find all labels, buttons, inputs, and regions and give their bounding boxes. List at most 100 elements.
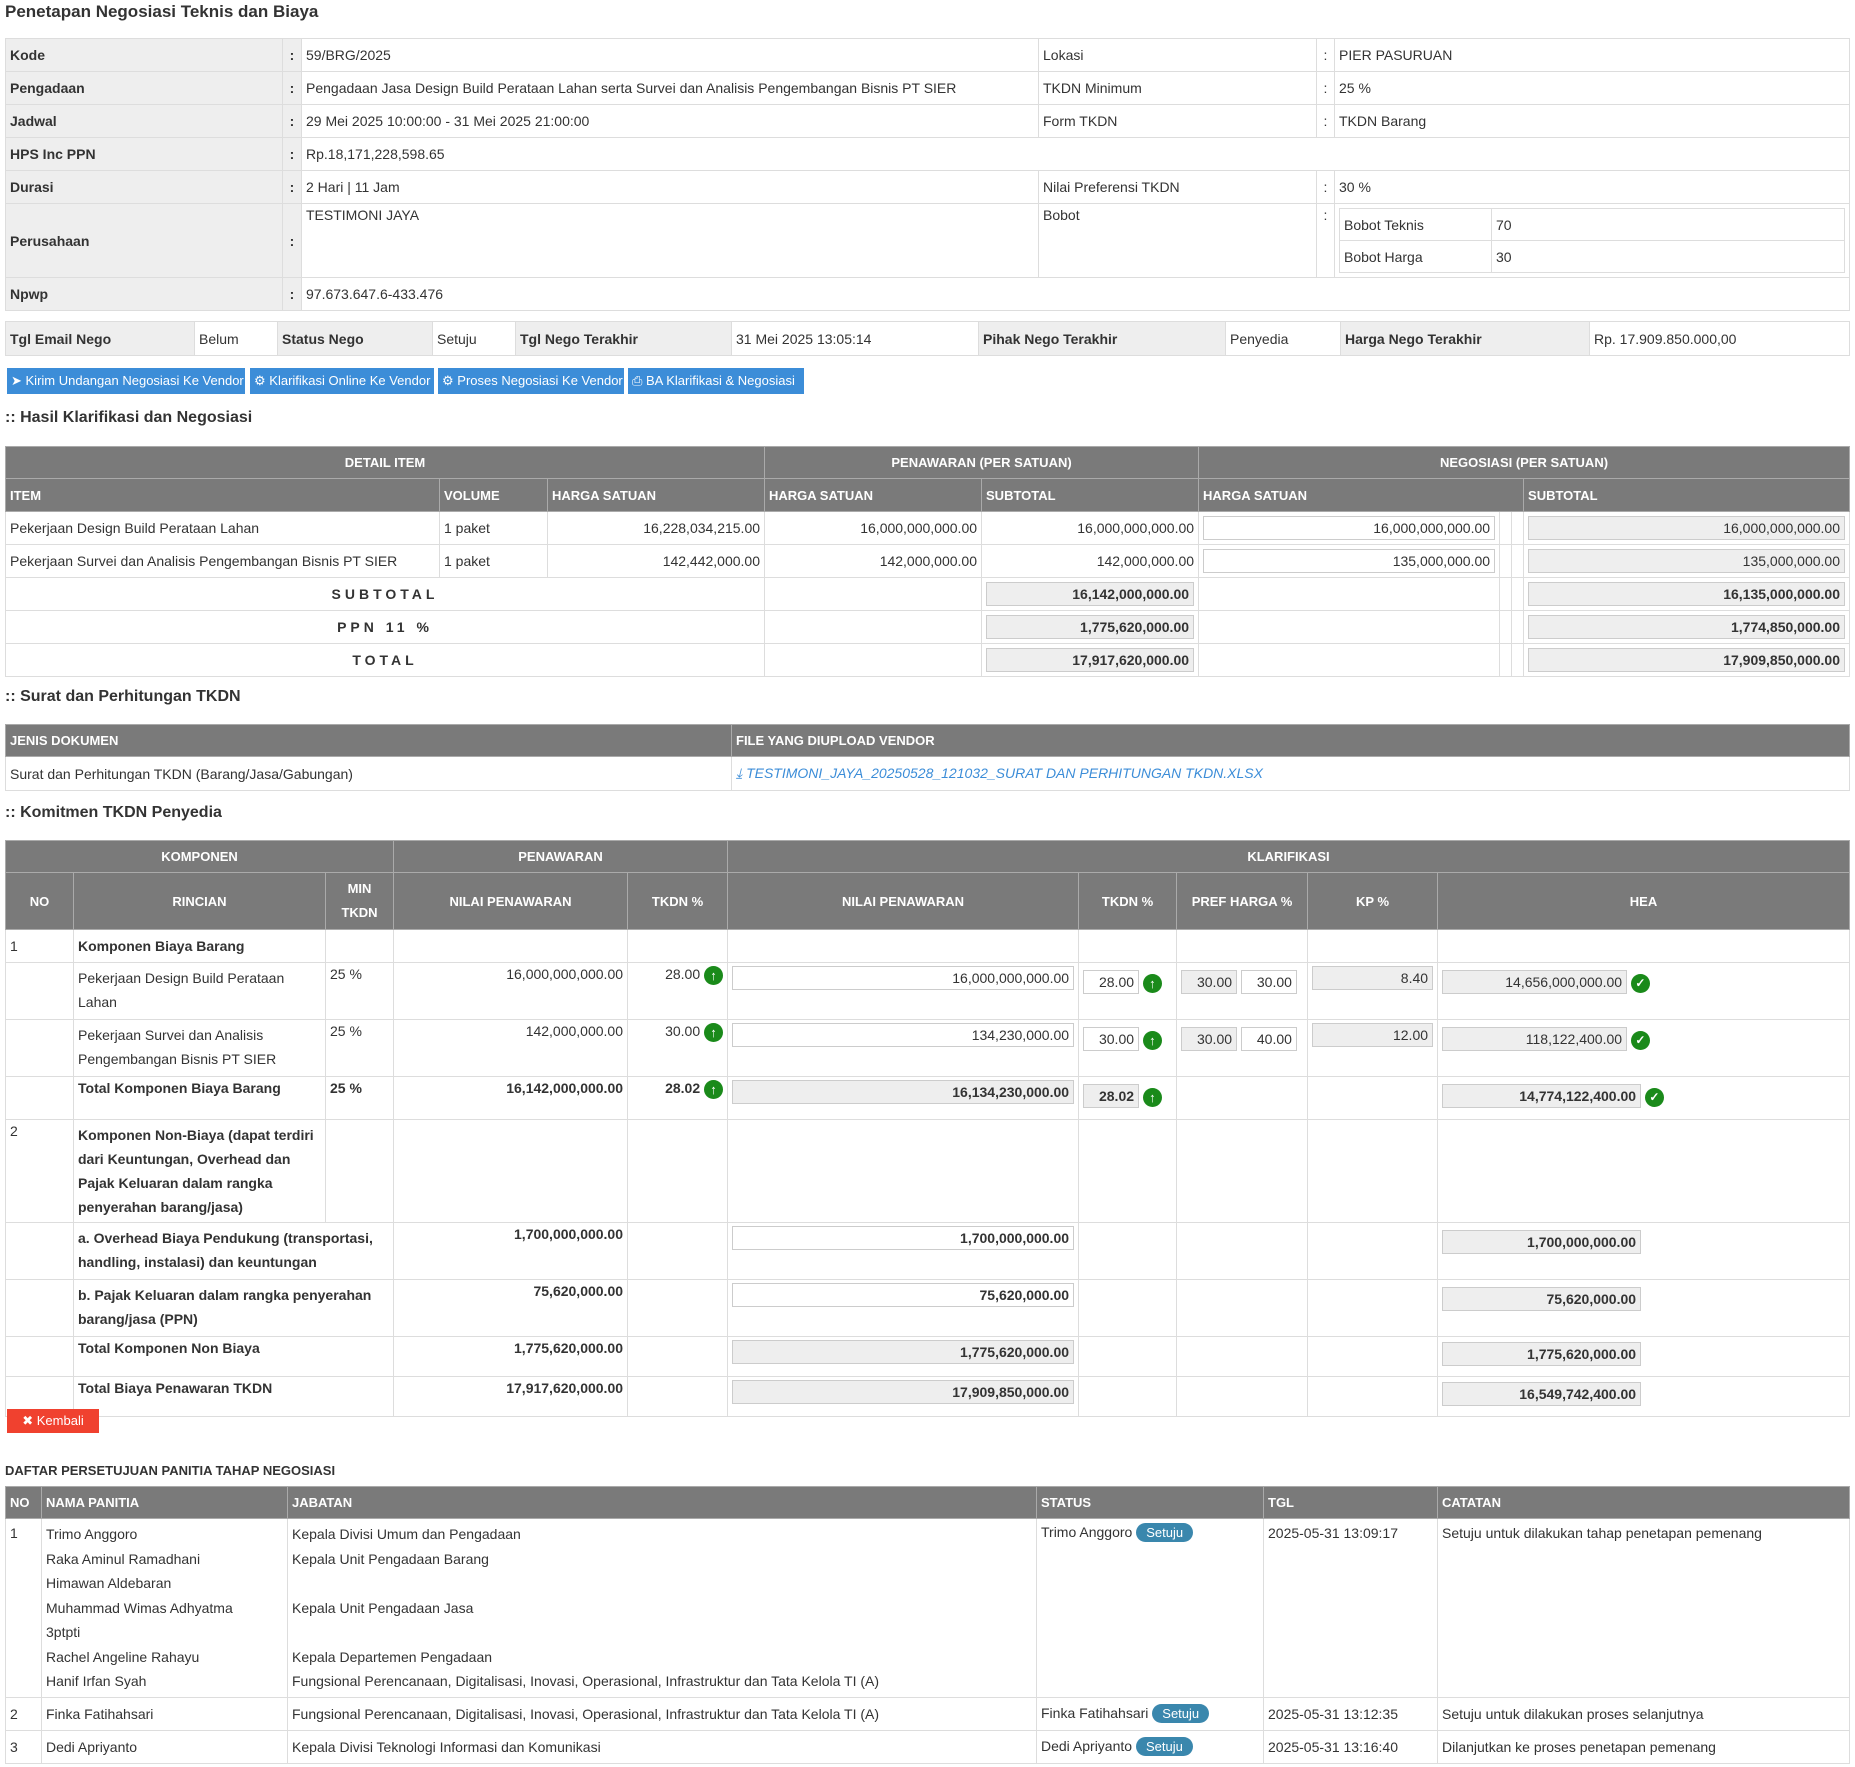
jabatan: Kepala Divisi Teknologi Informasi dan Ko… [287, 1729, 1037, 1764]
header-neg-harga: HARGA SATUAN [1198, 478, 1525, 512]
tkdn-pct: 28.00 [665, 966, 701, 983]
hea-field: 16,549,742,400.00 [1442, 1382, 1642, 1406]
k-nilai-field: 16,134,230,000.00 [732, 1080, 1075, 1104]
header-rincian: RINCIAN [73, 872, 326, 930]
k-tkdn-input[interactable]: 28.00 [1083, 970, 1140, 994]
harga-nego-label: Harga Nego Terakhir [1340, 321, 1590, 356]
pref-input[interactable]: 40.00 [1240, 1027, 1297, 1051]
jabatan [292, 1571, 1032, 1596]
header-komponen: KOMPONEN [4, 840, 395, 873]
overhead-label: a. Overhead Biaya Pendukung (transportas… [72, 1222, 395, 1280]
pen-subtotal-total: 16,142,000,000.00 [986, 582, 1195, 606]
tkdn-min-label: TKDN Minimum [1038, 71, 1317, 105]
table-row: b. Pajak Keluaran dalam rangka penyeraha… [5, 1279, 1850, 1337]
jabatan: Fungsional Perencanaan, Digitalisasi, In… [287, 1696, 1037, 1731]
k-nilai-input[interactable]: 1,700,000,000.00 [732, 1226, 1075, 1250]
k-nilai-input[interactable]: 134,230,000.00 [732, 1023, 1075, 1047]
nilai-penawaran: 75,620,000.00 [393, 1279, 629, 1337]
header-status: STATUS [1036, 1486, 1264, 1519]
bobot-harga-value: 30 [1491, 240, 1845, 273]
table-row: 3 Dedi Apriyanto Kepala Divisi Teknologi I… [5, 1729, 1850, 1764]
file-link[interactable]: TESTIMONI_JAYA_20250528_121032_SURAT DAN… [746, 765, 1263, 781]
pihak-value: Penyedia [1225, 321, 1341, 356]
header-pen-harga: HARGA SATUAN [764, 478, 983, 512]
nilai-penawaran: 17,917,620,000.00 [393, 1376, 629, 1417]
npwp-label: Npwp [5, 277, 283, 311]
status-nego-value: Setuju [432, 321, 516, 356]
header-detail-item: DETAIL ITEM [4, 446, 766, 479]
status-badge: Setuju [1135, 1737, 1193, 1756]
group-no: 2 [5, 1119, 74, 1223]
header-negosiasi: NEGOSIASI (PER SATUAN) [1198, 446, 1850, 479]
panitia-name: Trimo Anggoro [46, 1526, 138, 1542]
kp-field: 8.40 [1312, 966, 1434, 990]
perusahaan-label: Perusahaan [5, 203, 283, 278]
neg-subtotal-field: 135,000,000.00 [1528, 549, 1845, 573]
jabatan: Fungsional Perencanaan, Digitalisasi, In… [292, 1673, 880, 1689]
panitia-name: Hanif Irfan Syah [46, 1673, 147, 1689]
total-biaya-row: Total Biaya Penawaran TKDN 17,917,620,000… [5, 1376, 1850, 1417]
neg-harga-input[interactable]: 135,000,000.00 [1203, 549, 1496, 573]
print-icon: ⎙ [632, 373, 647, 388]
header-k-tkdn: TKDN % [1078, 872, 1178, 930]
kirim-undangan-button[interactable]: ➤ Kirim Undangan Negosiasi Ke Vendor [7, 368, 245, 394]
table-row: Pekerjaan Survei dan Analisis Pengembang… [5, 1019, 1850, 1077]
ppn-label: PPN 11 % [4, 610, 766, 644]
pen-harga: 142,000,000.00 [764, 544, 983, 578]
k-nilai-input[interactable]: 75,620,000.00 [732, 1283, 1075, 1307]
pen-harga: 16,000,000,000.00 [764, 511, 983, 545]
header-tkdn-pct: TKDN % [627, 872, 729, 930]
header-volume: VOLUME [439, 478, 548, 512]
header-nama: NAMA PANITIA [41, 1486, 288, 1519]
header-tkdn: TKDN [341, 905, 378, 920]
check-icon: ✓ [1644, 1087, 1664, 1107]
jabatan: Kepala Unit Pengadaan Jasa [292, 1599, 474, 1616]
arrow-up-icon: ↑ [1142, 1030, 1162, 1050]
surat-section-title: :: Surat dan Perhitungan TKDN [5, 688, 241, 705]
hps-label: HPS Inc PPN [5, 137, 283, 171]
header-k-nilai: NILAI PENAWARAN [727, 872, 1080, 930]
pengadaan-label: Pengadaan [5, 71, 283, 105]
pref-input[interactable]: 30.00 [1240, 970, 1297, 994]
proses-negosiasi-button[interactable]: ⚙ Proses Negosiasi Ke Vendor [438, 368, 624, 394]
tkdn-pct: 28.02 [665, 1080, 701, 1097]
perusahaan-value: TESTIMONI JAYA [301, 203, 1039, 278]
hps-value: Rp.18,171,228,598.65 [301, 137, 1850, 171]
klarifikasi-online-button[interactable]: ⚙ Klarifikasi Online Ke Vendor [250, 368, 434, 394]
pref-value: 30 % [1334, 170, 1850, 204]
pen-ppn: 1,775,620,000.00 [986, 615, 1195, 639]
item-name: Pekerjaan Survei dan Analisis Pengembang… [5, 544, 440, 578]
kembali-label: Kembali [36, 1413, 84, 1428]
nilai-penawaran: 1,775,620,000.00 [393, 1336, 629, 1377]
header-min: MIN [347, 881, 372, 896]
hea-field: 1,700,000,000.00 [1442, 1230, 1642, 1254]
panitia-name: Dedi Apriyanto [41, 1729, 288, 1764]
table-row: a. Overhead Biaya Pendukung (transportas… [5, 1222, 1850, 1280]
pref-field: 30.00 [1181, 1027, 1238, 1051]
form-tkdn-label: Form TKDN [1038, 104, 1317, 138]
group-no: 1 [5, 929, 74, 963]
bobot-cell: Bobot Teknis 70 Bobot Harga 30 [1334, 203, 1850, 278]
k-nilai-input[interactable]: 16,000,000,000.00 [732, 966, 1075, 990]
k-nilai-field: 1,775,620,000.00 [732, 1340, 1075, 1364]
neg-total: 17,909,850,000.00 [1528, 648, 1845, 672]
table-row: Pekerjaan Survei dan Analisis Pengembang… [5, 544, 1850, 578]
k-tkdn-input[interactable]: 30.00 [1083, 1027, 1140, 1051]
header-jenis-dokumen: JENIS DOKUMEN [5, 724, 732, 757]
header-penawaran: PENAWARAN [393, 840, 729, 873]
header-file: FILE YANG DIUPLOAD VENDOR [731, 724, 1850, 757]
form-tkdn-value: TKDN Barang [1334, 104, 1850, 138]
gears-icon: ⚙ [254, 373, 270, 388]
klarifikasi-label: Klarifikasi Online Ke Vendor [269, 373, 431, 388]
ba-klarifikasi-button[interactable]: ⎙ BA Klarifikasi & Negosiasi [628, 368, 804, 394]
status-name: Trimo Anggoro [1041, 1524, 1133, 1540]
panitia-name: Rachel Angeline Rahayu [46, 1648, 200, 1665]
kembali-button[interactable]: ✖ Kembali [7, 1409, 99, 1433]
kp-field: 12.00 [1312, 1023, 1434, 1047]
jadwal-value: 29 Mei 2025 10:00:00 - 31 Mei 2025 21:00… [301, 104, 1039, 138]
close-icon: ✖ [22, 1413, 37, 1428]
download-icon: ⤓ [736, 765, 747, 781]
header-jabatan: JABATAN [287, 1486, 1037, 1519]
panitia-name: Finka Fatihahsari [41, 1696, 288, 1731]
neg-harga-input[interactable]: 16,000,000,000.00 [1203, 516, 1496, 540]
